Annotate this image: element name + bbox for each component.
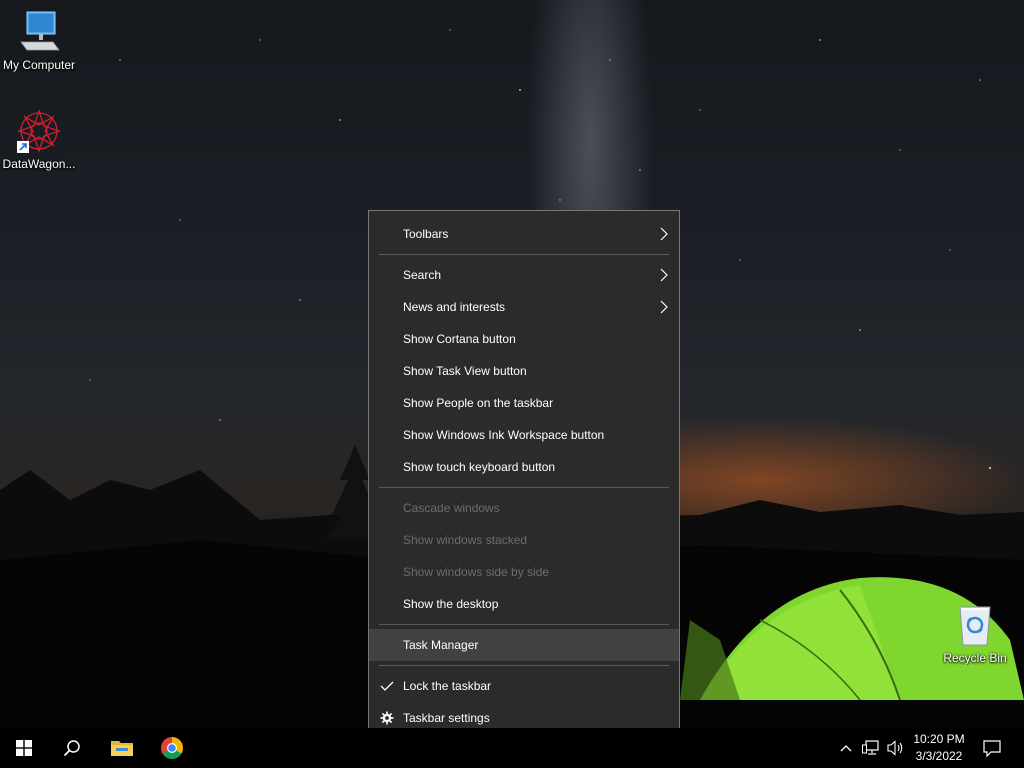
desktop-icon-recycle-bin[interactable]: Recycle Bin	[935, 601, 1015, 665]
menu-item-label: Lock the taskbar	[403, 679, 492, 693]
menu-item-lock-taskbar[interactable]: Lock the taskbar	[369, 670, 679, 702]
taskbar[interactable]: 10:20 PM 3/3/2022	[0, 728, 1024, 768]
menu-item-label: Cascade windows	[403, 501, 500, 515]
menu-item-label: News and interests	[403, 300, 506, 314]
menu-item-label: Show windows side by side	[403, 565, 550, 579]
menu-item-toolbars[interactable]: Toolbars	[369, 218, 679, 250]
speaker-icon	[887, 740, 903, 756]
menu-item-label: Show Cortana button	[403, 332, 516, 346]
file-explorer-icon	[111, 741, 133, 756]
menu-item-news-and-interests[interactable]: News and interests	[369, 291, 679, 323]
menu-item-task-manager[interactable]: Task Manager	[369, 629, 679, 661]
menu-item-label: Task Manager	[403, 638, 479, 652]
search-icon	[63, 740, 80, 757]
taskbar-context-menu: Toolbars Search News and interests Show …	[368, 210, 680, 743]
menu-item-label: Taskbar settings	[403, 711, 490, 725]
menu-item-cascade-windows: Cascade windows	[369, 492, 679, 524]
menu-item-label: Toolbars	[403, 227, 449, 241]
chevron-right-icon	[657, 259, 671, 291]
taskbar-chrome[interactable]	[148, 728, 196, 768]
menu-item-label: Show Windows Ink Workspace button	[403, 428, 605, 442]
menu-item-label: Show Task View button	[403, 364, 527, 378]
menu-item-label: Show People on the taskbar	[403, 396, 554, 410]
menu-item-label: Search	[403, 268, 442, 282]
menu-separator	[379, 624, 669, 625]
checkmark-icon	[379, 670, 395, 702]
desktop-icon-label: Recycle Bin	[943, 651, 1007, 665]
desktop-icon-datawagon[interactable]: DataWagon...	[0, 107, 79, 171]
start-button[interactable]	[0, 728, 48, 768]
menu-item-search[interactable]: Search	[369, 259, 679, 291]
notification-icon	[983, 739, 1001, 757]
clock-time: 10:20 PM	[913, 732, 965, 746]
chevron-right-icon	[657, 291, 671, 323]
volume-tray-button[interactable]	[884, 728, 908, 768]
windows-logo-icon	[16, 740, 32, 756]
datawagon-logo-icon	[15, 107, 63, 155]
recycle-bin-icon	[951, 601, 999, 649]
desktop-icon-label: DataWagon...	[2, 157, 76, 171]
clock[interactable]: 10:20 PM 3/3/2022	[910, 731, 968, 765]
show-hidden-icons-button[interactable]	[834, 728, 858, 768]
menu-item-label: Show the desktop	[403, 597, 499, 611]
menu-item-windows-stacked: Show windows stacked	[369, 524, 679, 556]
computer-icon	[15, 8, 63, 56]
desktop-icon-my-computer[interactable]: My Computer	[0, 8, 79, 72]
clock-date: 3/3/2022	[915, 749, 963, 763]
chrome-icon	[161, 737, 183, 759]
desktop-icon-label: My Computer	[2, 58, 76, 72]
menu-item-show-cortana[interactable]: Show Cortana button	[369, 323, 679, 355]
action-center-button[interactable]	[972, 728, 1012, 768]
network-tray-button[interactable]	[858, 728, 884, 768]
menu-item-windows-side-by-side: Show windows side by side	[369, 556, 679, 588]
menu-separator	[379, 487, 669, 488]
taskbar-file-explorer[interactable]	[98, 728, 146, 768]
menu-item-label: Show windows stacked	[403, 533, 528, 547]
search-button[interactable]	[48, 728, 96, 768]
menu-separator	[379, 254, 669, 255]
menu-item-show-ink-workspace[interactable]: Show Windows Ink Workspace button	[369, 419, 679, 451]
menu-item-show-people[interactable]: Show People on the taskbar	[369, 387, 679, 419]
menu-item-label: Show touch keyboard button	[403, 460, 556, 474]
menu-separator	[379, 665, 669, 666]
chevron-right-icon	[657, 218, 671, 250]
menu-item-show-task-view[interactable]: Show Task View button	[369, 355, 679, 387]
menu-item-show-desktop[interactable]: Show the desktop	[369, 588, 679, 620]
menu-item-show-touch-keyboard[interactable]: Show touch keyboard button	[369, 451, 679, 483]
network-icon	[862, 740, 879, 755]
chevron-up-icon	[840, 745, 852, 752]
